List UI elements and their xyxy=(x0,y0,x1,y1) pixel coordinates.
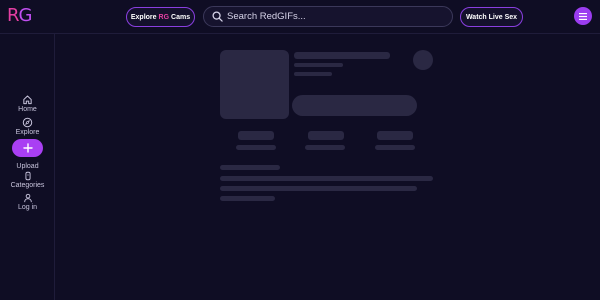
skeleton-stat xyxy=(238,131,274,140)
skeleton-stat xyxy=(377,131,413,140)
skeleton-stat xyxy=(308,131,344,140)
search-input[interactable] xyxy=(227,11,427,22)
tag-icon xyxy=(24,171,31,181)
sidebar-item-label: Log in xyxy=(17,204,38,211)
hamburger-icon xyxy=(579,12,587,20)
sidebar-item-label: Home xyxy=(18,106,37,113)
sidebar-item-categories[interactable]: Categories xyxy=(0,171,55,189)
skeleton-avatar xyxy=(220,50,289,119)
redgifs-logo[interactable]: RG xyxy=(7,5,32,26)
watch-live-sex-button[interactable]: Watch Live Sex xyxy=(460,7,523,27)
home-icon xyxy=(23,95,32,105)
sidebar-item-label: Explore xyxy=(15,129,40,136)
compass-icon xyxy=(22,117,33,128)
search-bar[interactable] xyxy=(203,6,453,27)
explore-cams-button[interactable]: Explore RG Cams xyxy=(126,7,195,27)
skeleton-stat xyxy=(375,145,415,150)
sidebar-item-upload[interactable]: Upload xyxy=(0,162,55,170)
skeleton-line xyxy=(220,186,417,191)
sidebar-item-explore[interactable]: Explore xyxy=(0,117,55,136)
sidebar: Home Explore Upload Categories Log in xyxy=(0,34,55,300)
sidebar-item-label: Upload xyxy=(16,163,39,170)
sidebar-item-label: Categories xyxy=(10,182,45,189)
top-header: RG Explore RG Cams Watch Live Sex xyxy=(0,0,600,34)
skeleton-stat xyxy=(236,145,276,150)
upload-button[interactable] xyxy=(12,139,43,157)
skeleton-circle xyxy=(413,50,433,70)
sidebar-item-home[interactable]: Home xyxy=(0,94,55,113)
skeleton-line xyxy=(294,63,343,67)
skeleton-stat xyxy=(305,145,345,150)
menu-button[interactable] xyxy=(574,7,592,25)
skeleton-line xyxy=(294,52,390,59)
search-icon xyxy=(212,11,223,22)
skeleton-line xyxy=(294,72,332,76)
skeleton-button xyxy=(292,95,417,116)
user-icon xyxy=(23,193,32,203)
sidebar-item-login[interactable]: Log in xyxy=(0,193,55,211)
skeleton-line xyxy=(220,176,433,181)
plus-icon xyxy=(22,143,33,153)
skeleton-line xyxy=(220,196,275,201)
skeleton-line xyxy=(220,165,280,170)
